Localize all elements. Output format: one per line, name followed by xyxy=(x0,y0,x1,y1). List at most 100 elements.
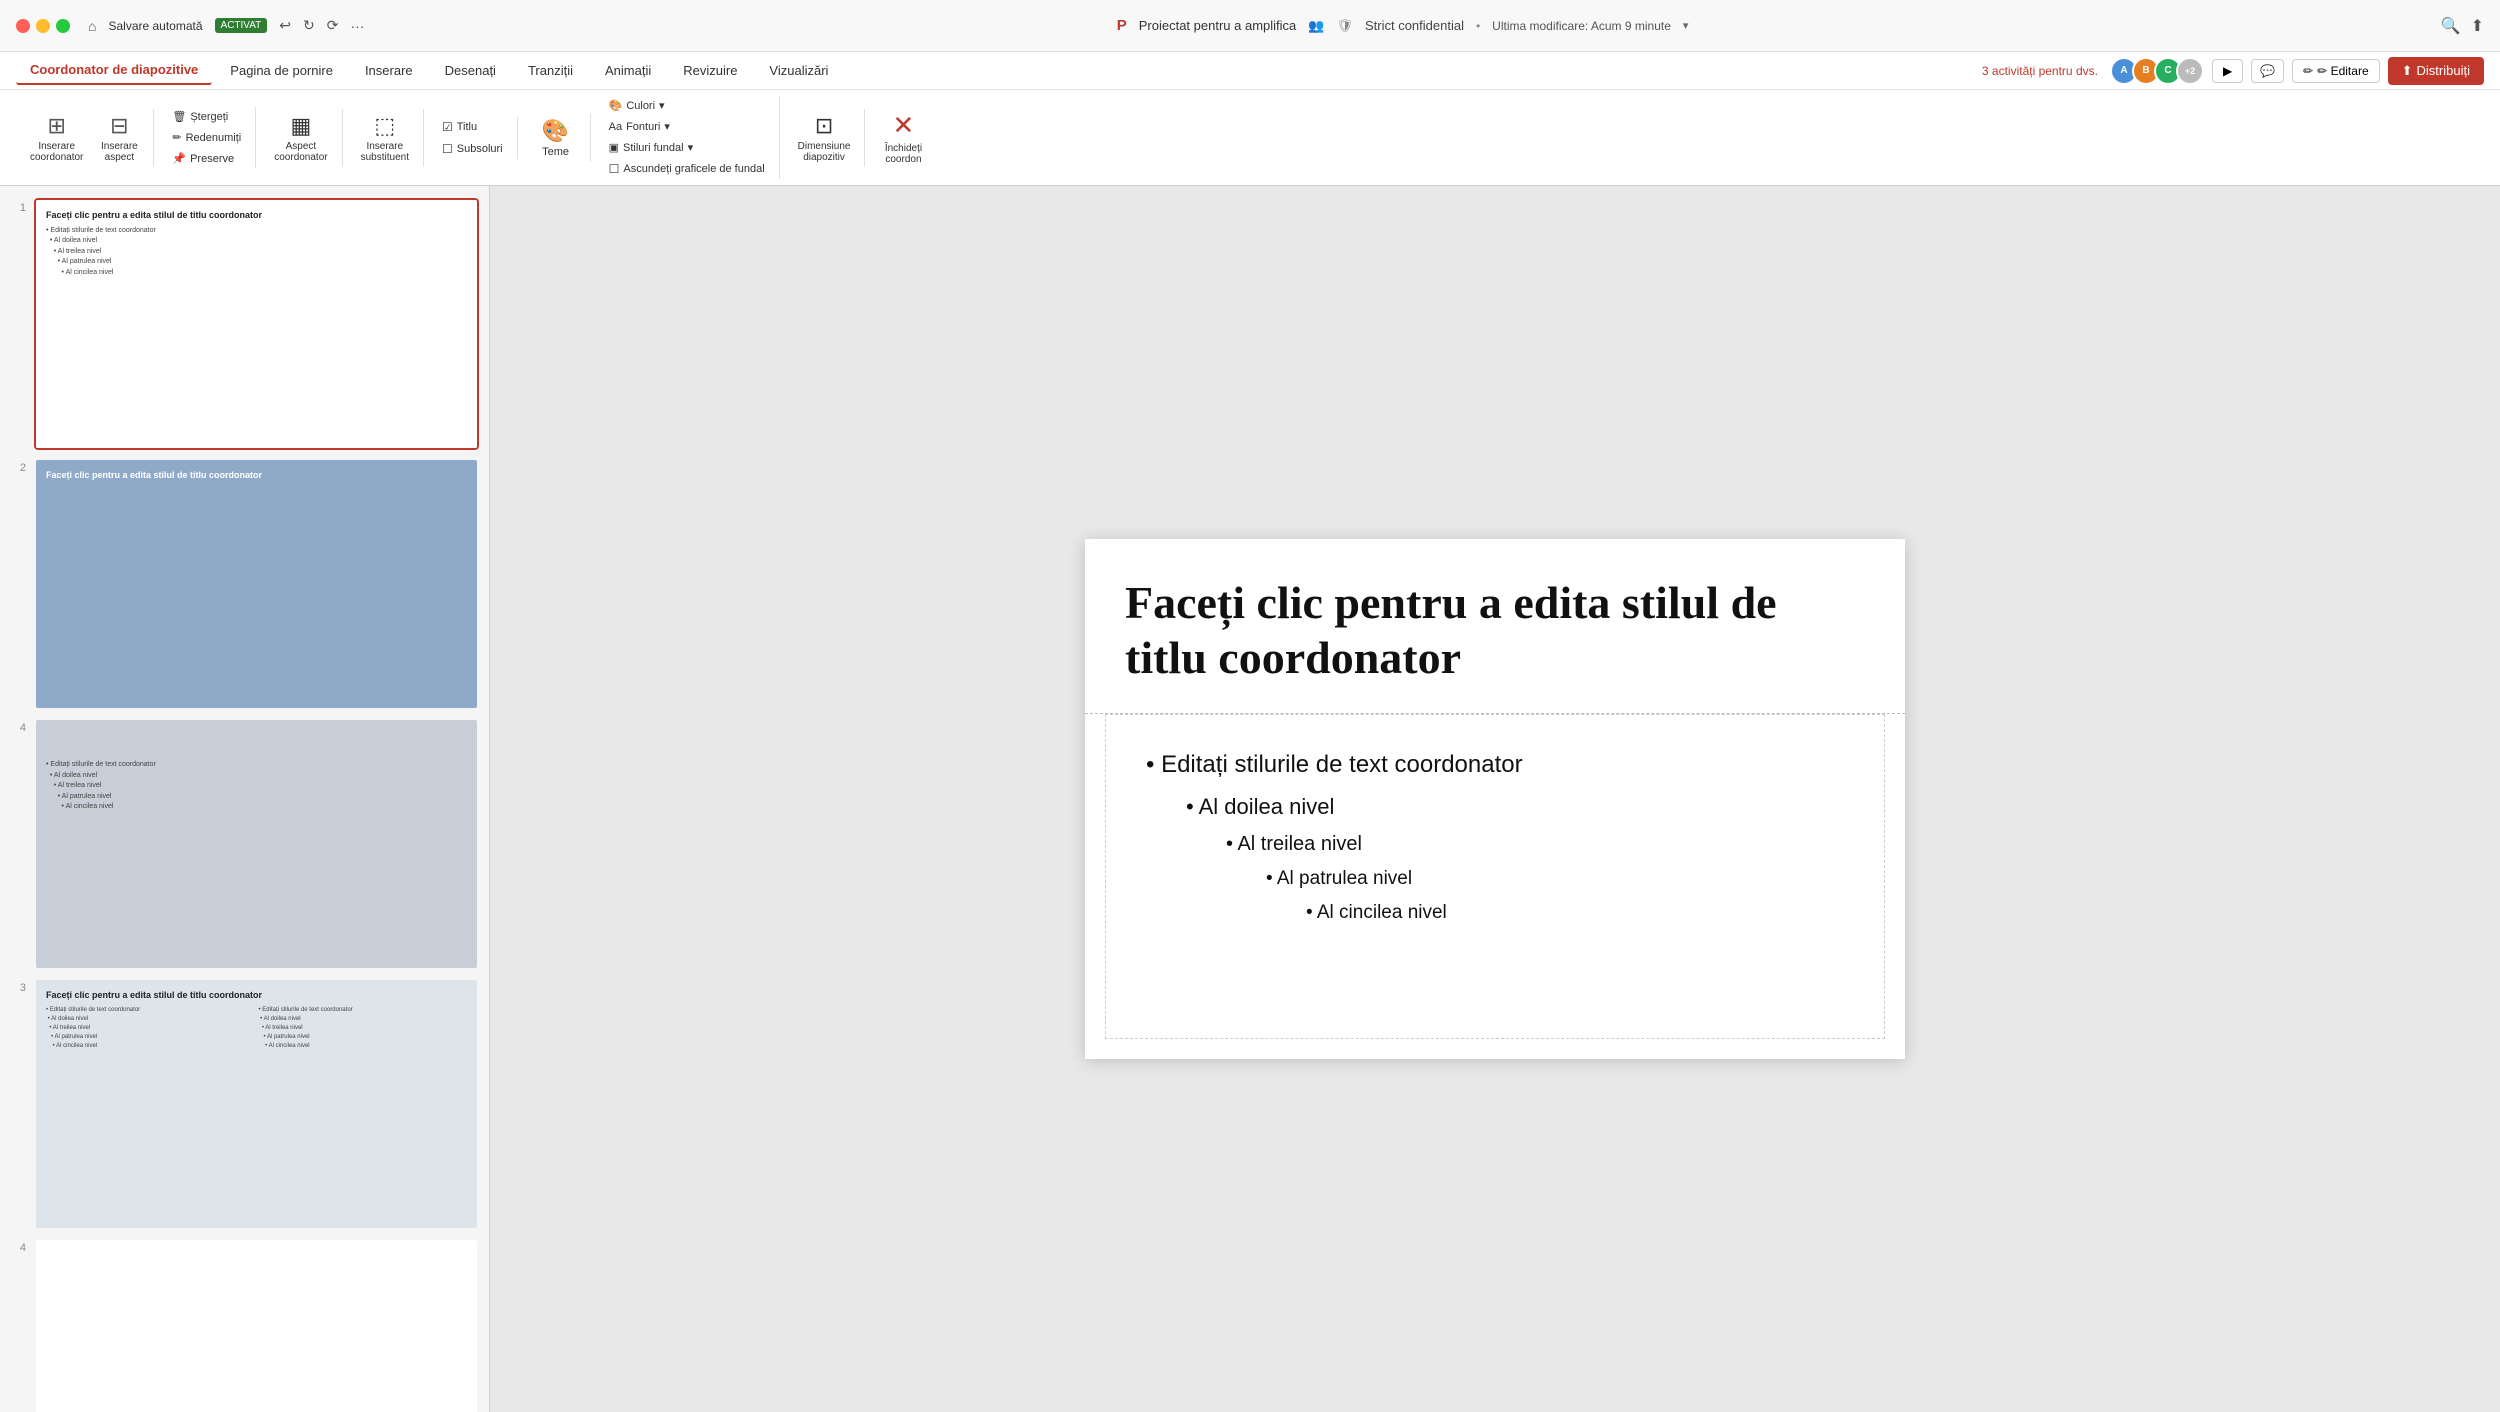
refresh-icon[interactable]: ⟳ xyxy=(327,17,339,34)
background-icon: ▣ xyxy=(609,141,619,154)
teme-label: Teme xyxy=(542,146,569,158)
inchideti-label: Închidețicoordon xyxy=(885,143,922,165)
rename-icon: ✏ xyxy=(172,131,181,144)
canvas-title-area[interactable]: Faceți clic pentru a edita stilul de tit… xyxy=(1085,539,1905,714)
slide-item-1: 1 Faceți clic pentru a edita stilul de t… xyxy=(10,198,479,450)
ribbon-content: ⊞ Inserarecoordonator ⊟ Inserareaspect 🗑… xyxy=(0,90,2500,185)
traffic-lights xyxy=(16,19,70,33)
present-button[interactable]: ▶ xyxy=(2212,59,2243,83)
insert-coordonator-icon: ⊞ xyxy=(47,113,65,139)
minimize-button[interactable] xyxy=(36,19,50,33)
tab-animatii[interactable]: Animații xyxy=(591,57,665,84)
ribbon-group-size: ⊡ Dimensiunediapozitiv xyxy=(784,109,866,167)
edit-button[interactable]: ✏ ✏ Editare xyxy=(2292,59,2379,83)
fonturi-label: Fonturi xyxy=(626,121,660,133)
tab-tranzitii[interactable]: Tranziții xyxy=(514,57,587,84)
maximize-button[interactable] xyxy=(56,19,70,33)
subsoluri-checkbox[interactable]: ☐ Subsoluri xyxy=(436,139,509,159)
tab-pagina[interactable]: Pagina de pornire xyxy=(216,57,347,84)
dimensiune-label: Dimensiunediapozitiv xyxy=(798,141,851,163)
inserare-aspect-button[interactable]: ⊟ Inserareaspect xyxy=(93,109,145,167)
teme-icon: 🎨 xyxy=(542,118,569,144)
aspect-coordonator-button[interactable]: ▦ Aspectcoordonator xyxy=(268,109,333,167)
shield-icon: 🛡 xyxy=(1336,18,1353,34)
search-icon[interactable]: 🔍 xyxy=(2441,16,2461,36)
home-icon[interactable]: ⌂ xyxy=(88,18,96,34)
slide-number-4b: 4 xyxy=(10,1242,26,1254)
title-footer-stacked: ☑ Titlu ☐ Subsoluri xyxy=(436,117,509,159)
canvas-bullet-5: • Al cincilea nivel xyxy=(1146,896,1844,930)
edit-label: ✏ Editare xyxy=(2317,64,2368,78)
fonturi-button[interactable]: Aa Fonturi ▾ xyxy=(603,117,771,136)
comment-button[interactable]: 💬 xyxy=(2251,59,2284,83)
avatar-count: +2 xyxy=(2176,57,2204,85)
ribbon-group-insert: ⊞ Inserarecoordonator ⊟ Inserareaspect xyxy=(16,109,154,167)
tab-revizuire[interactable]: Revizuire xyxy=(669,57,751,84)
insert-aspect-icon: ⊟ xyxy=(110,113,128,139)
redenumiți-button[interactable]: ✏ Redenumiți xyxy=(166,128,247,147)
tab-vizualizari[interactable]: Vizualizări xyxy=(755,57,842,84)
preserve-button[interactable]: 📌 Preserve xyxy=(166,149,247,168)
insert-coordonator-label: Inserarecoordonator xyxy=(30,141,83,163)
culori-button[interactable]: 🎨 Culori ▾ xyxy=(603,96,771,115)
substituent-icon: ⬚ xyxy=(374,113,395,139)
fonts-icon: Aa xyxy=(609,121,622,133)
slide-number-2: 2 xyxy=(10,462,26,474)
ribbon-group-edit: 🗑 Ștergeți ✏ Redenumiți 📌 Preserve xyxy=(158,107,256,168)
slide-3-col2: • Editați stilurile de text coordonator … xyxy=(259,1006,468,1051)
tab-desenati[interactable]: Desenați xyxy=(431,57,510,84)
ribbon-tabs: Coordonator de diapozitive Pagina de por… xyxy=(0,52,2500,90)
dimensiune-button[interactable]: ⊡ Dimensiunediapozitiv xyxy=(792,109,857,167)
edit-icon: ✏ xyxy=(2303,64,2313,78)
slide-thumb-4b[interactable] xyxy=(34,1238,479,1412)
more-icon[interactable]: ··· xyxy=(350,18,364,34)
aspect-label: Aspectcoordonator xyxy=(274,141,327,163)
slide-thumb-2[interactable]: Faceți clic pentru a edita stilul de tit… xyxy=(34,458,479,710)
colors-stacked: 🎨 Culori ▾ Aa Fonturi ▾ ▣ Stiluri fundal… xyxy=(603,96,771,179)
stergeti-button[interactable]: 🗑 Ștergeți xyxy=(166,107,247,126)
undo-icon[interactable]: ↩ xyxy=(279,17,291,34)
slide-thumb-inner-1: Faceți clic pentru a edita stilul de tit… xyxy=(36,200,477,448)
canvas-body-area[interactable]: • Editați stilurile de text coordonator … xyxy=(1105,714,1885,1039)
distrib-icon: ⬆ xyxy=(2402,63,2413,79)
ribbon-group-aspect: ▦ Aspectcoordonator xyxy=(260,109,342,167)
inserare-substituent-button[interactable]: ⬚ Inseraresubstituent xyxy=(355,109,415,167)
teme-button[interactable]: 🎨 Teme xyxy=(530,114,582,162)
stiluri-label: Stiluri fundal xyxy=(623,142,684,154)
slide-thumb-4a[interactable]: • Editați stilurile de text coordonator … xyxy=(34,718,479,970)
inchideti-button[interactable]: ✕ Închidețicoordon xyxy=(877,106,929,169)
slide-canvas[interactable]: Faceți clic pentru a edita stilul de tit… xyxy=(1085,539,1905,1059)
checkbox-unchecked-icon: ☐ xyxy=(442,142,453,156)
slide-1-body: • Editați stilurile de text coordonator … xyxy=(46,226,467,279)
checkbox-checked-icon: ☑ xyxy=(442,120,453,134)
titlu-label: Titlu xyxy=(457,121,477,133)
inserare-coordonator-button[interactable]: ⊞ Inserarecoordonator xyxy=(24,109,89,167)
redenumiti-label: Redenumiți xyxy=(186,132,242,144)
chevron-down-icon[interactable]: ▾ xyxy=(1683,19,1689,32)
slide-thumb-1[interactable]: Faceți clic pentru a edita stilul de tit… xyxy=(34,198,479,450)
share-icon[interactable]: ⬆ xyxy=(2471,16,2484,36)
tab-coordonator[interactable]: Coordonator de diapozitive xyxy=(16,56,212,85)
title-bar-center: P Proiectat pentru a amplifica 👥 🛡 Stric… xyxy=(374,17,2430,34)
canvas-bullet-1: • Editați stilurile de text coordonator xyxy=(1146,743,1844,786)
ribbon-group-colors: 🎨 Culori ▾ Aa Fonturi ▾ ▣ Stiluri fundal… xyxy=(595,96,780,179)
culori-label: Culori xyxy=(626,100,655,112)
substituent-label: Inseraresubstituent xyxy=(361,141,409,163)
fonturi-chevron: ▾ xyxy=(664,120,670,133)
slide-3-title: Faceți clic pentru a edita stilul de tit… xyxy=(46,990,467,1002)
close-button[interactable] xyxy=(16,19,30,33)
confidential-label: Strict confidential xyxy=(1365,18,1464,33)
tab-inserare[interactable]: Inserare xyxy=(351,57,427,84)
slide-number-3: 3 xyxy=(10,982,26,994)
redo-icon[interactable]: ↻ xyxy=(303,17,315,34)
preserve-icon: 📌 xyxy=(172,152,186,165)
slide-item-3: 3 Faceți clic pentru a edita stilul de t… xyxy=(10,978,479,1230)
colors-icon: 🎨 xyxy=(609,99,623,112)
slide-thumb-3[interactable]: Faceți clic pentru a edita stilul de tit… xyxy=(34,978,479,1230)
insert-aspect-label: Inserareaspect xyxy=(101,141,138,163)
stiluri-fundal-button[interactable]: ▣ Stiluri fundal ▾ xyxy=(603,138,771,157)
titlu-checkbox[interactable]: ☑ Titlu xyxy=(436,117,509,137)
canvas-bullet-4: • Al patrulea nivel xyxy=(1146,862,1844,896)
distribute-button[interactable]: ⬆ Distribuiți xyxy=(2388,57,2484,85)
ascunde-grafice-checkbox[interactable]: ☐ Ascundeți graficele de fundal xyxy=(603,159,771,179)
